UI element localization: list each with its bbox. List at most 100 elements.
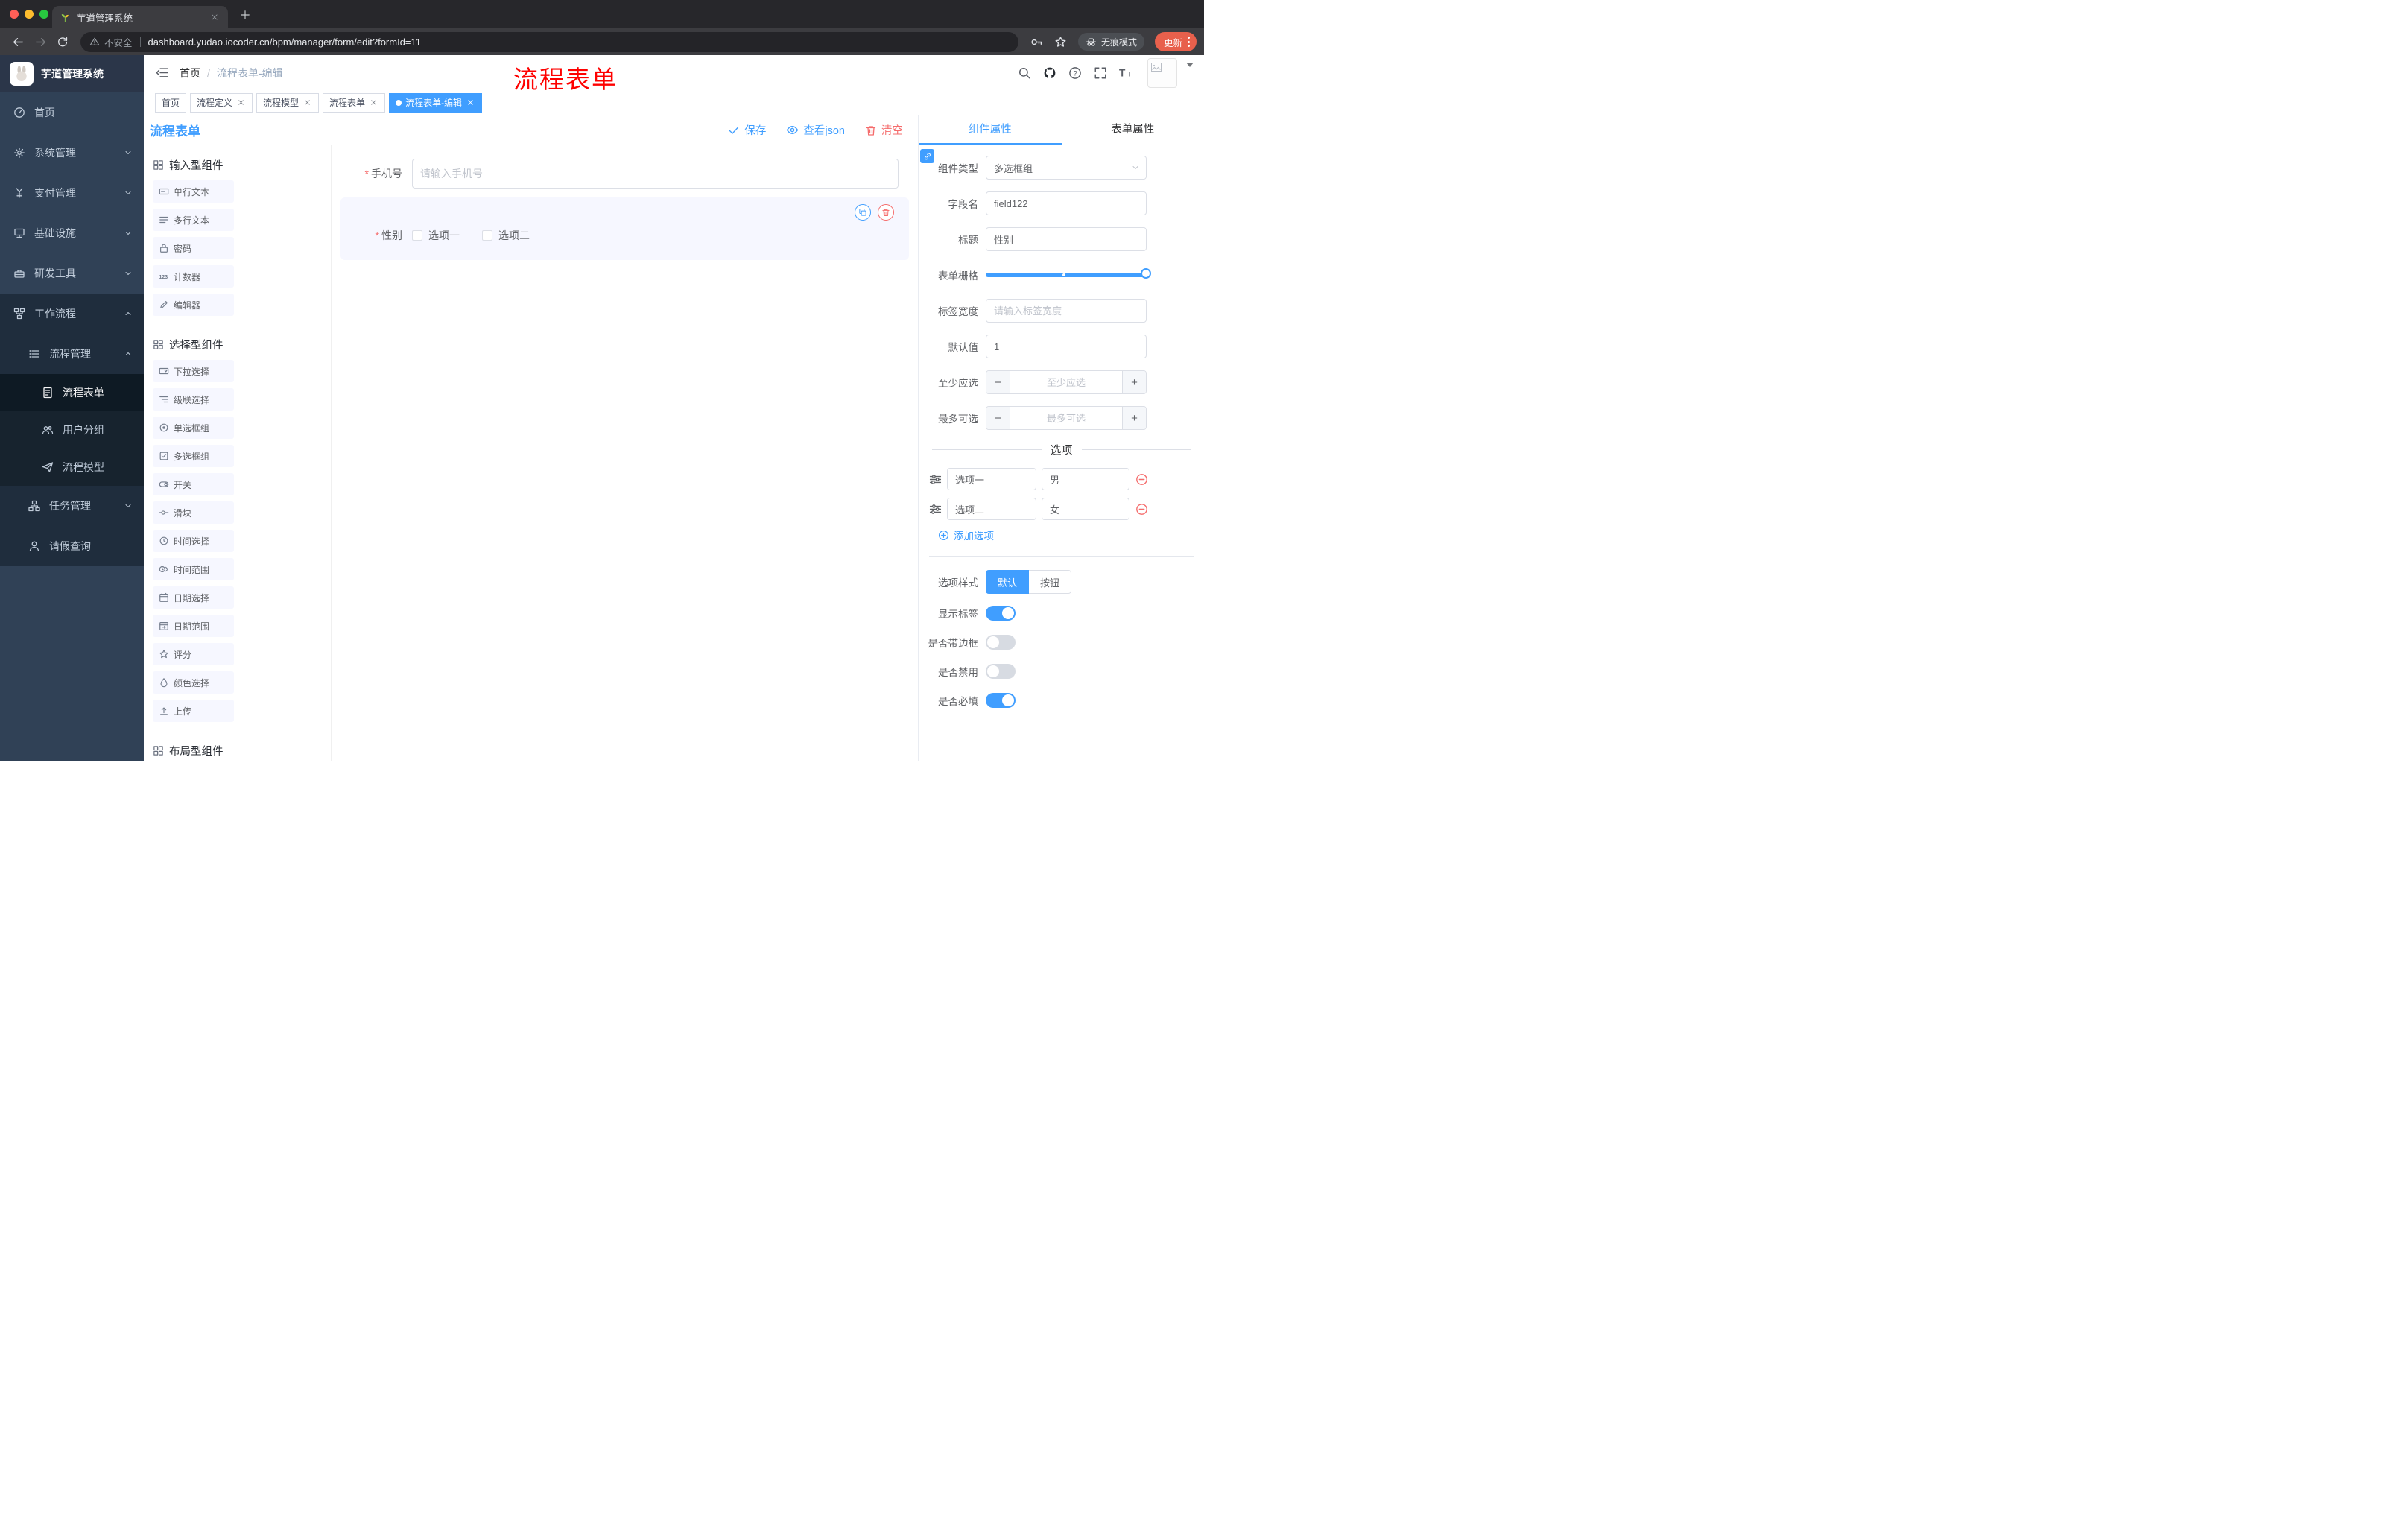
help-icon[interactable]: ? [1064,62,1086,84]
max-stepper-input[interactable] [1010,407,1122,429]
tab-component-props[interactable]: 组件属性 [919,115,1062,145]
gender-option1-checkbox[interactable]: 选项一 [412,228,460,243]
stepper-decrease-button[interactable]: − [986,371,1010,393]
palette-item-color[interactable]: 颜色选择 [153,671,234,694]
tag-home[interactable]: 首页 [155,92,187,113]
address-bar[interactable]: 不安全 dashboard.yudao.iocoder.cn/bpm/manag… [80,31,1018,52]
slider-handle[interactable] [1141,268,1151,279]
palette-item-checkbox-group[interactable]: 多选框组 [153,445,234,467]
stepper-decrease-button[interactable]: − [986,407,1010,429]
sidebar-item-devtools[interactable]: 研发工具 [0,253,144,294]
phone-field-item[interactable]: * 手机号 [340,157,909,190]
palette-item-rate[interactable]: 评分 [153,643,234,665]
tag-close-icon[interactable] [236,98,246,107]
clear-button[interactable]: 清空 [865,122,903,138]
new-tab-button[interactable] [237,7,253,23]
tag-close-icon[interactable] [369,98,378,107]
required-toggle[interactable] [986,693,1016,708]
sidebar-item-process-model[interactable]: 流程模型 [0,449,144,486]
min-stepper-input[interactable] [1010,371,1122,393]
browser-tab[interactable]: 芋道管理系统 [52,6,228,28]
palette-item-counter[interactable]: 123 计数器 [153,265,234,288]
palette-item-time[interactable]: 时间选择 [153,530,234,552]
style-default-button[interactable]: 默认 [986,570,1030,594]
incognito-badge[interactable]: 无痕模式 [1077,33,1144,51]
password-key-icon[interactable] [1026,31,1048,52]
sidebar-item-home[interactable]: 首页 [0,92,144,133]
tag-process-form[interactable]: 流程表单 [323,92,386,113]
sidebar-collapse-icon[interactable] [144,55,180,90]
palette-item-multi-text[interactable]: 多行文本 [153,209,234,231]
tag-process-def[interactable]: 流程定义 [190,92,253,113]
sidebar-item-process-mgmt[interactable]: 流程管理 [0,334,144,374]
style-button-button[interactable]: 按钮 [1029,570,1072,594]
avatar[interactable] [1147,57,1177,88]
option2-value-input[interactable] [1042,498,1129,520]
add-option-button[interactable]: 添加选项 [938,528,994,542]
component-type-select[interactable]: 多选框组 [986,156,1147,180]
sidebar-item-system[interactable]: 系统管理 [0,133,144,173]
sidebar-item-user-group[interactable]: 用户分组 [0,411,144,449]
sidebar-item-payment[interactable]: 支付管理 [0,173,144,213]
view-json-button[interactable]: 查看json [786,122,845,138]
doc-link-button[interactable] [920,149,934,163]
palette-item-date-range[interactable]: 日期范围 [153,615,234,637]
stepper-increase-button[interactable]: + [1122,371,1146,393]
window-close-button[interactable] [10,10,19,19]
reload-button[interactable] [52,31,73,52]
disabled-toggle[interactable] [986,664,1016,679]
tab-form-props[interactable]: 表单属性 [1062,115,1205,145]
sidebar-logo[interactable]: 芋道管理系统 [0,55,144,92]
title-input[interactable] [986,227,1147,251]
fullscreen-icon[interactable] [1089,62,1112,84]
palette-item-time-range[interactable]: 时间范围 [153,558,234,580]
tab-close-icon[interactable] [209,11,221,23]
sidebar-item-process-form[interactable]: 流程表单 [0,374,144,411]
tag-process-model[interactable]: 流程模型 [256,92,320,113]
browser-update-button[interactable]: 更新 [1154,32,1197,51]
palette-item-upload[interactable]: 上传 [153,700,234,722]
palette-item-dropdown[interactable]: 下拉选择 [153,360,234,382]
sidebar-item-infra[interactable]: 基础设施 [0,213,144,253]
option2-name-input[interactable] [947,498,1036,520]
border-toggle[interactable] [986,635,1016,650]
font-size-icon[interactable]: TT [1115,62,1137,84]
palette-item-switch[interactable]: 开关 [153,473,234,495]
palette-item-slider[interactable]: 滑块 [153,501,234,524]
forward-button[interactable] [30,31,51,52]
save-button[interactable]: 保存 [728,122,766,138]
gender-field-item-selected[interactable]: * 性别 选项一 选项二 [340,197,909,260]
palette-item-date[interactable]: 日期选择 [153,586,234,609]
show-label-toggle[interactable] [986,606,1016,621]
sidebar-item-task-mgmt[interactable]: 任务管理 [0,486,144,526]
phone-input[interactable] [412,159,899,189]
tag-close-icon[interactable] [302,98,312,107]
sidebar-item-workflow[interactable]: 工作流程 [0,294,144,334]
avatar-dropdown-caret-icon[interactable] [1186,62,1194,67]
copy-item-button[interactable] [855,204,871,221]
option1-name-input[interactable] [947,468,1036,490]
option1-value-input[interactable] [1042,468,1129,490]
palette-item-single-text[interactable]: 单行文本 [153,180,234,203]
github-icon[interactable] [1039,62,1061,84]
bookmark-star-icon[interactable] [1050,31,1072,52]
back-button[interactable] [7,31,28,52]
label-width-input[interactable] [986,299,1147,323]
window-zoom-button[interactable] [39,10,48,19]
gender-option2-checkbox[interactable]: 选项二 [482,228,530,243]
breadcrumb-home[interactable]: 首页 [180,66,200,80]
remove-option-button[interactable] [1135,472,1148,486]
tag-process-form-edit[interactable]: 流程表单-编辑 [389,92,483,113]
field-name-input[interactable] [986,191,1147,215]
window-minimize-button[interactable] [25,10,34,19]
stepper-increase-button[interactable]: + [1122,407,1146,429]
drag-handle-icon[interactable] [929,503,942,516]
search-icon[interactable] [1013,62,1036,84]
delete-item-button[interactable] [878,204,894,221]
palette-item-radio-group[interactable]: 单选框组 [153,417,234,439]
tag-close-icon[interactable] [466,98,475,107]
sidebar-item-leave-query[interactable]: 请假查询 [0,526,144,566]
default-value-input[interactable] [986,335,1147,358]
browser-menu-icon[interactable] [1188,37,1190,47]
drag-handle-icon[interactable] [929,473,942,486]
